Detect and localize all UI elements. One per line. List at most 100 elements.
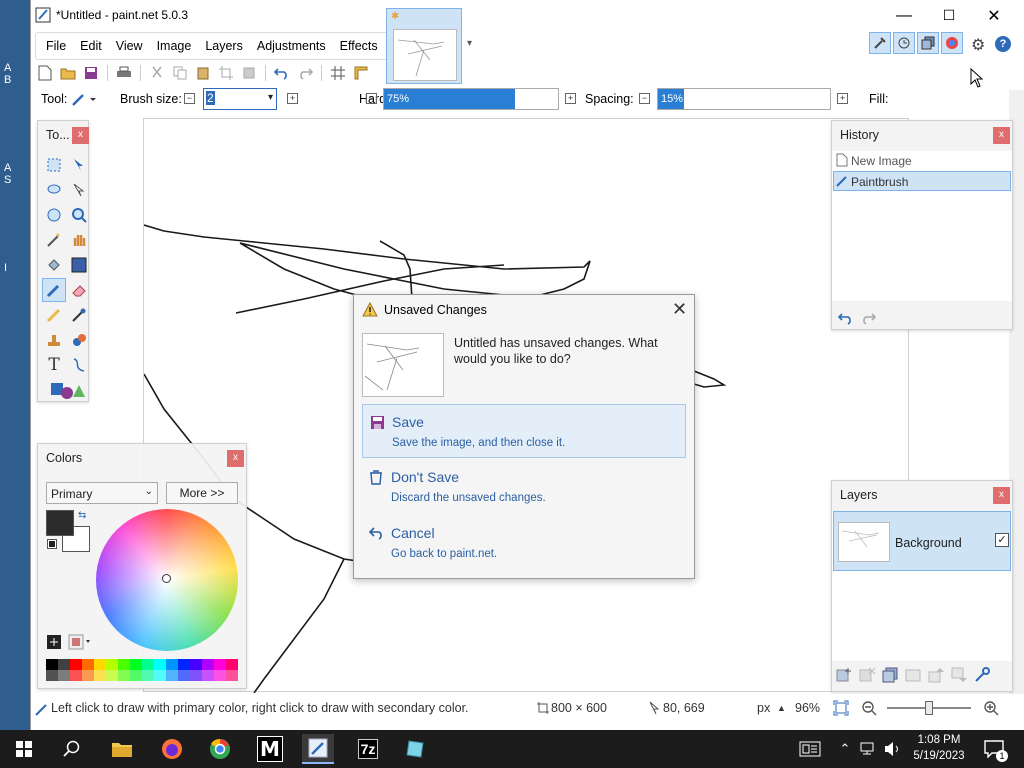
history-panel-close-button[interactable]: x bbox=[993, 127, 1010, 144]
cancel-option-button[interactable]: Cancel Go back to paint.net. bbox=[362, 516, 686, 570]
hardness-slider[interactable]: 75% bbox=[383, 88, 559, 110]
palette-swatch[interactable] bbox=[154, 659, 166, 681]
layer-row-background[interactable]: Background ✓ bbox=[833, 511, 1011, 571]
palette-swatch[interactable] bbox=[166, 659, 178, 681]
menu-file[interactable]: File bbox=[39, 33, 73, 59]
firefox-icon[interactable] bbox=[156, 734, 188, 764]
close-button[interactable]: ✕ bbox=[971, 0, 1017, 31]
primary-color-swatch[interactable] bbox=[46, 510, 74, 536]
palette-swatch[interactable] bbox=[190, 659, 202, 681]
gradient-icon[interactable] bbox=[67, 253, 91, 277]
line-curve-icon[interactable] bbox=[67, 353, 91, 377]
image-tab-thumbnail[interactable]: ✱ bbox=[386, 8, 462, 84]
maximize-button[interactable]: ☐ bbox=[926, 0, 972, 31]
zoom-slider[interactable] bbox=[887, 701, 971, 715]
m-app-icon[interactable]: M bbox=[254, 734, 286, 764]
start-windows-icon[interactable] bbox=[8, 734, 40, 764]
notification-center-icon[interactable]: 1 bbox=[978, 734, 1010, 764]
zoom-icon[interactable] bbox=[67, 203, 91, 227]
brush-size-increase-button[interactable]: + bbox=[287, 93, 298, 104]
brush-size-dropdown-icon[interactable]: ▾ bbox=[268, 92, 273, 103]
menu-layers[interactable]: Layers bbox=[198, 33, 250, 59]
layers-toggle-icon[interactable] bbox=[917, 32, 939, 54]
layers-panel-close-button[interactable]: x bbox=[993, 487, 1010, 504]
rectangle-select-icon[interactable] bbox=[42, 153, 66, 177]
tools-toggle-icon[interactable] bbox=[869, 32, 891, 54]
dialog-close-icon[interactable]: ✕ bbox=[672, 299, 687, 320]
palette-swatch[interactable] bbox=[142, 659, 154, 681]
paintbrush-tool-selector-icon[interactable] bbox=[71, 90, 97, 111]
menu-view[interactable]: View bbox=[109, 33, 150, 59]
layer-properties-icon[interactable] bbox=[974, 667, 991, 683]
system-clock[interactable]: 1:08 PM 5/19/2023 bbox=[906, 732, 972, 764]
palette-swatch[interactable] bbox=[202, 659, 214, 681]
color-picker-icon[interactable] bbox=[67, 303, 91, 327]
spacing-increase-button[interactable]: + bbox=[837, 93, 848, 104]
zoom-to-window-icon[interactable] bbox=[833, 700, 849, 716]
layer-visibility-checkbox[interactable]: ✓ bbox=[995, 533, 1009, 547]
image-list-dropdown-icon[interactable]: ▾ bbox=[467, 38, 472, 49]
history-item[interactable]: New Image bbox=[834, 151, 1010, 171]
history-toggle-icon[interactable] bbox=[893, 32, 915, 54]
reset-colors-icon[interactable] bbox=[47, 539, 57, 549]
ruler-icon[interactable] bbox=[351, 63, 371, 83]
palette-swatch[interactable] bbox=[106, 659, 118, 681]
zoom-out-icon[interactable] bbox=[861, 700, 877, 716]
palette-menu-icon[interactable] bbox=[68, 634, 92, 650]
color-mode-select[interactable]: Primary ⌄ bbox=[46, 482, 158, 504]
move-layer-down-icon[interactable] bbox=[951, 667, 968, 683]
palette-swatch[interactable] bbox=[130, 659, 142, 681]
crop-icon[interactable] bbox=[216, 63, 236, 83]
move-selected-icon[interactable] bbox=[67, 153, 91, 177]
palette-swatch[interactable] bbox=[58, 659, 70, 681]
palette-swatch[interactable] bbox=[178, 659, 190, 681]
brush-size-decrease-button[interactable]: − bbox=[184, 93, 195, 104]
menu-effects[interactable]: Effects bbox=[333, 33, 385, 59]
palette-swatch[interactable] bbox=[70, 659, 82, 681]
undo-icon[interactable] bbox=[272, 63, 292, 83]
eraser-icon[interactable] bbox=[67, 278, 91, 302]
menu-image[interactable]: Image bbox=[150, 33, 199, 59]
help-icon[interactable]: ? bbox=[995, 36, 1011, 52]
new-file-icon[interactable] bbox=[35, 63, 55, 83]
palette-swatch[interactable] bbox=[46, 659, 58, 681]
ellipse-select-icon[interactable] bbox=[42, 203, 66, 227]
magic-wand-icon[interactable] bbox=[42, 228, 66, 252]
units-selector[interactable]: px bbox=[757, 701, 770, 715]
hardness-decrease-button[interactable]: − bbox=[366, 93, 377, 104]
shapes-icon[interactable] bbox=[42, 378, 91, 402]
paintnet-taskbar-icon[interactable] bbox=[302, 734, 334, 764]
add-layer-icon[interactable] bbox=[836, 667, 853, 683]
search-icon[interactable] bbox=[56, 734, 88, 764]
palette-swatch[interactable] bbox=[214, 659, 226, 681]
network-icon[interactable] bbox=[858, 734, 880, 764]
tools-panel-close-button[interactable]: x bbox=[72, 127, 89, 144]
text-tool-icon[interactable]: T bbox=[42, 353, 66, 377]
menu-edit[interactable]: Edit bbox=[73, 33, 109, 59]
palette-swatch[interactable] bbox=[94, 659, 106, 681]
deselect-icon[interactable] bbox=[239, 63, 259, 83]
colors-toggle-icon[interactable] bbox=[941, 32, 963, 54]
color-wheel[interactable] bbox=[96, 509, 238, 651]
menu-adjustments[interactable]: Adjustments bbox=[250, 33, 333, 59]
clone-stamp-icon[interactable] bbox=[42, 328, 66, 352]
redo-icon[interactable] bbox=[295, 63, 315, 83]
more-colors-button[interactable]: More >> bbox=[166, 482, 238, 504]
keyboard-layout-icon[interactable] bbox=[794, 734, 826, 764]
save-icon[interactable] bbox=[81, 63, 101, 83]
zoom-slider-thumb[interactable] bbox=[925, 701, 933, 715]
color-wheel-handle[interactable] bbox=[162, 574, 171, 583]
delete-layer-icon[interactable] bbox=[859, 667, 876, 683]
print-icon[interactable] bbox=[114, 63, 134, 83]
file-explorer-icon[interactable] bbox=[106, 734, 138, 764]
spacing-decrease-button[interactable]: − bbox=[639, 93, 650, 104]
palette-swatch[interactable] bbox=[226, 659, 238, 681]
duplicate-layer-icon[interactable] bbox=[882, 667, 899, 683]
dont-save-option-button[interactable]: Don't Save Discard the unsaved changes. bbox=[362, 460, 686, 514]
add-to-palette-icon[interactable] bbox=[46, 634, 62, 650]
paste-icon[interactable] bbox=[193, 63, 213, 83]
grid-icon[interactable] bbox=[328, 63, 348, 83]
save-option-button[interactable]: Save Save the image, and then close it. bbox=[362, 404, 686, 458]
history-undo-icon[interactable] bbox=[838, 311, 854, 325]
settings-gear-icon[interactable]: ⚙ bbox=[971, 35, 985, 55]
